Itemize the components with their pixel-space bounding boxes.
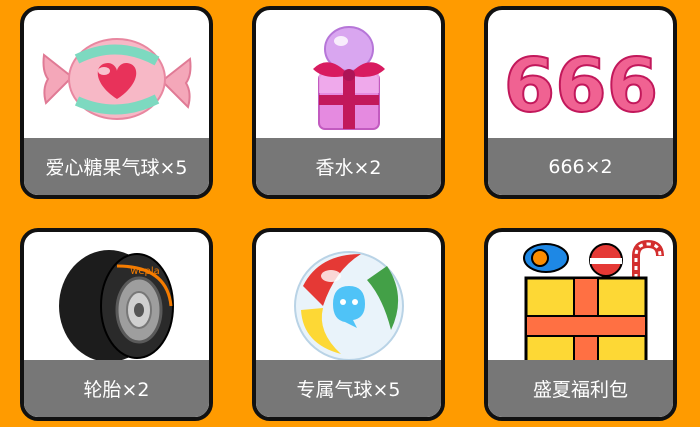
exclusive-balloon-icon [256,232,441,370]
666-balloon-icon: 666 [488,10,673,148]
reward-label: 爱心糖果气球×5 [24,138,209,195]
reward-card-perfume[interactable]: 香水×2 [252,6,445,199]
reward-label: 666×2 [488,138,673,195]
666-art-text: 666 [503,43,657,129]
reward-card-summer-gift-pack[interactable]: 盛夏福利包 [484,228,677,421]
reward-card-exclusive-balloon[interactable]: 专属气球×5 [252,228,445,421]
perfume-gift-icon [256,10,441,148]
reward-card-heart-candy-balloon[interactable]: 爱心糖果气球×5 [20,6,213,199]
summer-gift-box-icon [488,232,673,370]
reward-label: 专属气球×5 [256,360,441,417]
reward-label: 香水×2 [256,138,441,195]
reward-label: 轮胎×2 [24,360,209,417]
reward-label: 盛夏福利包 [488,360,673,417]
tire-brand-text: wepla [130,266,160,277]
heart-candy-balloon-icon [24,10,209,148]
reward-card-666[interactable]: 666 666×2 [484,6,677,199]
racing-tire-icon: wepla [24,232,209,370]
reward-card-tire[interactable]: wepla 轮胎×2 [20,228,213,421]
